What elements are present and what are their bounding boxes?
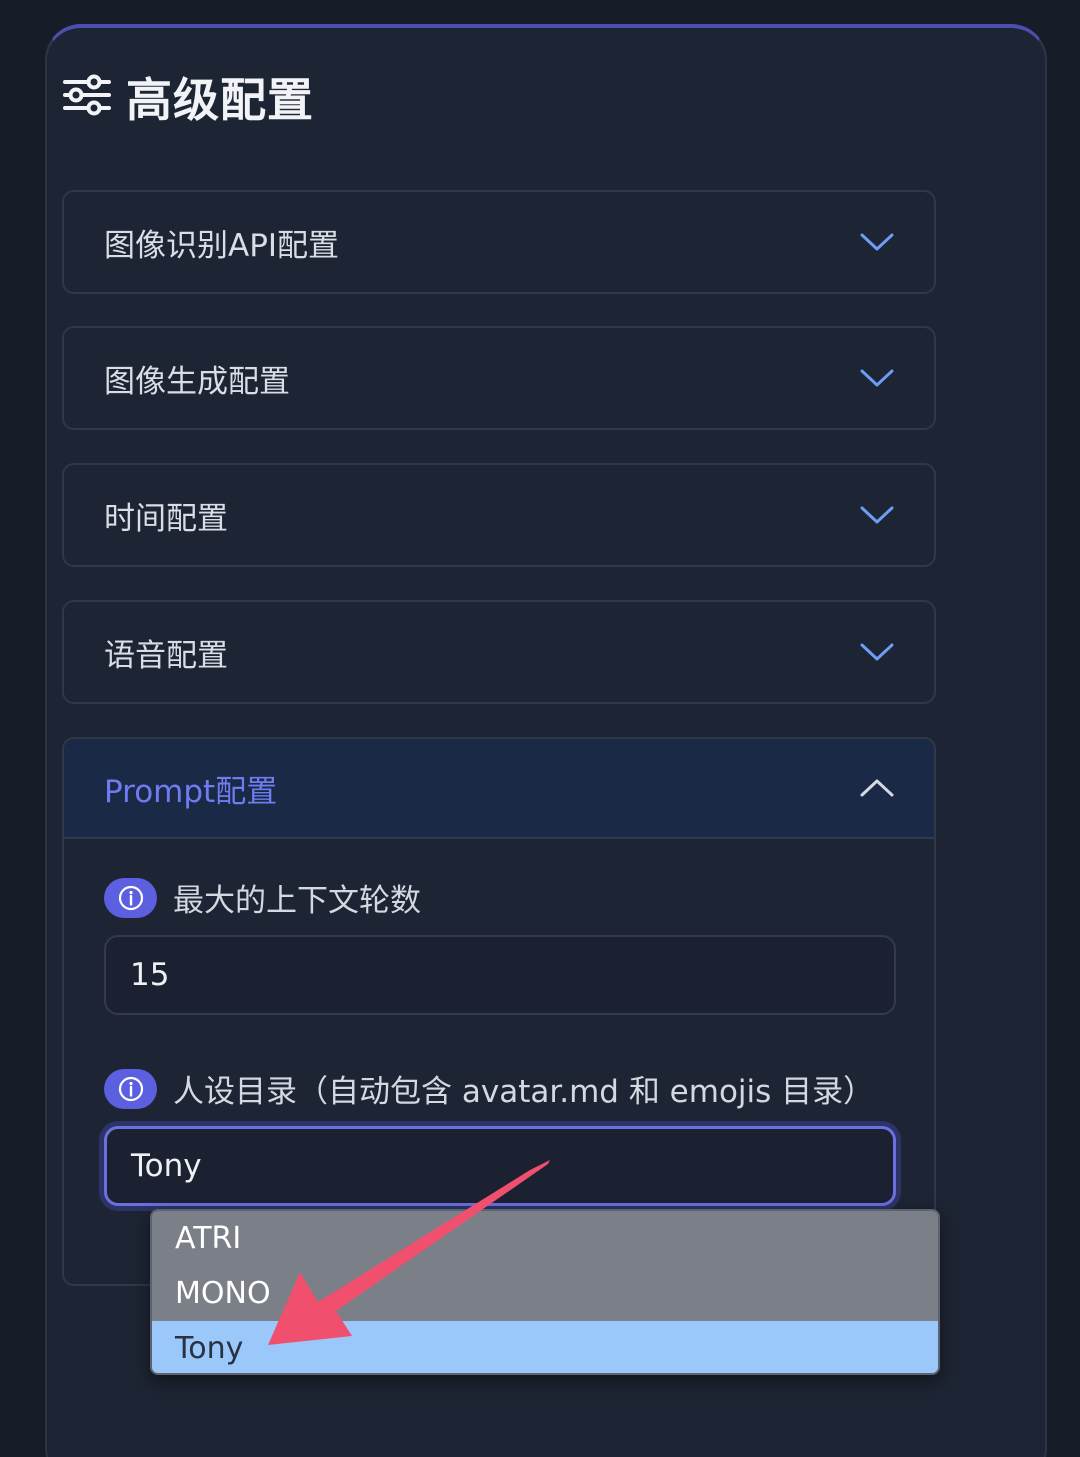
persona-dir-dropdown: ATRI MONO Tony <box>150 1209 940 1375</box>
accordion-voice-config[interactable]: 语音配置 <box>62 600 936 704</box>
accordion-label: 语音配置 <box>104 637 228 674</box>
field-label-text: 人设目录（自动包含 avatar.md 和 emojis 目录） <box>173 1074 875 1110</box>
chevron-down-icon <box>860 643 894 661</box>
dropdown-option-mono[interactable]: MONO <box>152 1266 938 1321</box>
accordion-prompt-config[interactable]: Prompt配置 最大的上下文轮数 15 人设目录（自动包含 avatar.md… <box>62 737 936 1286</box>
dropdown-option-tony[interactable]: Tony <box>152 1321 938 1373</box>
accordion-header[interactable]: 语音配置 <box>64 602 934 702</box>
max-context-label: 最大的上下文轮数 <box>104 875 421 920</box>
accordion-label: Prompt配置 <box>104 773 278 810</box>
chevron-up-icon <box>860 779 894 797</box>
dropdown-option-atri[interactable]: ATRI <box>152 1211 938 1266</box>
accordion-header[interactable]: 时间配置 <box>64 465 934 565</box>
persona-dir-label: 人设目录（自动包含 avatar.md 和 emojis 目录） <box>104 1066 874 1111</box>
select-value: Tony <box>131 1148 202 1184</box>
accordion-image-generation[interactable]: 图像生成配置 <box>62 326 936 430</box>
chevron-down-icon <box>860 233 894 251</box>
info-icon[interactable] <box>104 1068 157 1109</box>
panel-header: 高级配置 <box>62 64 314 130</box>
field-label-text: 最大的上下文轮数 <box>173 883 421 919</box>
accordion-header[interactable]: Prompt配置 <box>64 739 934 839</box>
max-context-input[interactable]: 15 <box>104 935 896 1015</box>
panel-title: 高级配置 <box>126 73 314 127</box>
accordion-image-recognition-api[interactable]: 图像识别API配置 <box>62 190 936 294</box>
input-value: 15 <box>130 957 170 993</box>
persona-dir-select[interactable]: Tony <box>104 1126 896 1206</box>
accordion-label: 图像生成配置 <box>104 363 290 400</box>
chevron-down-icon <box>860 369 894 387</box>
accordion-header[interactable]: 图像生成配置 <box>64 328 934 428</box>
accordion-time-config[interactable]: 时间配置 <box>62 463 936 567</box>
accordion-header[interactable]: 图像识别API配置 <box>64 192 934 292</box>
accordion-label: 图像识别API配置 <box>104 227 340 264</box>
sliders-icon <box>62 73 112 121</box>
chevron-down-icon <box>860 506 894 524</box>
info-icon[interactable] <box>104 877 157 918</box>
accordion-label: 时间配置 <box>104 500 228 537</box>
